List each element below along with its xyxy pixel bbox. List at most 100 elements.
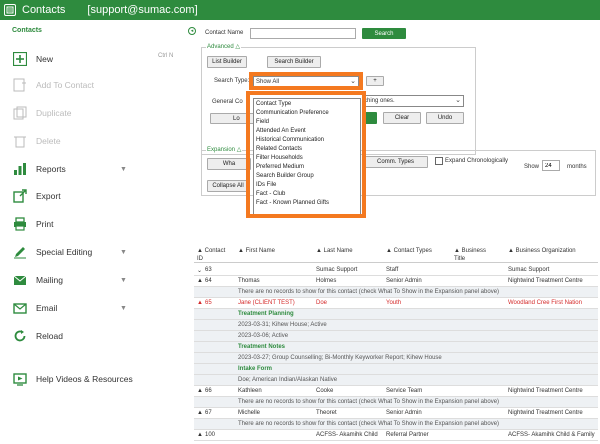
collapse-row-icon[interactable]: ▲ — [197, 432, 203, 438]
sidebar-item-reload[interactable]: Reload — [12, 327, 63, 345]
search-type-label: Search Type: — [214, 78, 250, 84]
table-row-note: There are no records to show for this co… — [194, 397, 598, 408]
cell-contact-id: 64 — [205, 278, 212, 284]
table-row[interactable]: ⌄ 63 Sumac Support Staff Sumac Support — [194, 265, 598, 276]
cell-note: There are no records to show for this co… — [238, 399, 500, 405]
search-builder-button[interactable]: Search Builder — [267, 56, 321, 68]
contacts-app-icon — [4, 4, 16, 16]
sidebar-item-label: Duplicate — [36, 108, 72, 118]
table-row-note: There are no records to show for this co… — [194, 287, 598, 298]
sidebar-item-email[interactable]: Email ▼ — [12, 299, 127, 317]
cell-contact-id: 63 — [205, 267, 212, 273]
printer-icon — [12, 216, 28, 232]
cell-business-org: ACFSS- Akamihk Child & Family — [508, 432, 595, 438]
general-select[interactable]: ching ones. ⌄ — [362, 95, 464, 107]
advanced-legend[interactable]: Advanced △ — [206, 43, 241, 50]
collapse-row-icon[interactable]: ▲ — [197, 300, 203, 306]
cell-first-name: Jane (CLIENT TEST) — [238, 300, 295, 306]
cell-contact-id: 65 — [205, 300, 212, 306]
video-icon — [12, 371, 28, 387]
sidebar-item-duplicate[interactable]: Duplicate — [12, 104, 71, 122]
cell-first-name: Thomas — [238, 278, 260, 284]
plus-box-icon — [12, 51, 28, 67]
sidebar-item-label: Export — [36, 191, 61, 201]
section-heading: Treatment Notes — [238, 344, 286, 350]
column-header-last-name[interactable]: ▲ Last Name — [316, 247, 353, 255]
table-row[interactable]: ▲ 67 Michelle Theoret Senior Admin Night… — [194, 408, 598, 419]
cell-contact-types: Service Team — [386, 388, 423, 394]
trash-icon — [12, 133, 28, 149]
column-header-contact-id[interactable]: ▲ Contact ID — [197, 247, 231, 263]
cell-note: 2023-03-27; Group Counselling; Bi-Monthl… — [238, 355, 442, 361]
section-heading: Treatment Planning — [238, 311, 294, 317]
expand-chrono-label: Expand Chronologically — [445, 158, 509, 164]
bar-chart-icon — [12, 161, 28, 177]
contact-name-input[interactable] — [250, 28, 356, 39]
column-header-business-title[interactable]: ▲ Business Title — [454, 247, 494, 263]
general-select-value: ching ones. — [364, 98, 395, 104]
collapse-row-icon[interactable]: ▲ — [197, 410, 203, 416]
main-panel: ◂ Contact Name Search Advanced △ List Bu… — [186, 20, 600, 444]
comm-types-button[interactable]: Comm. Types — [363, 156, 428, 168]
cell-business-org: Sumac Support — [508, 267, 550, 273]
highlight-box-dropdown — [246, 91, 366, 218]
list-builder-button[interactable]: List Builder — [207, 56, 247, 68]
expand-chrono-checkbox[interactable] — [435, 157, 443, 165]
cell-first-name: Michelle — [238, 410, 261, 416]
sidebar-item-delete[interactable]: Delete — [12, 132, 61, 150]
reload-icon — [12, 328, 28, 344]
chevron-down-icon: ▼ — [120, 248, 127, 256]
sidebar-item-mailing[interactable]: Mailing ▼ — [12, 271, 127, 289]
add-contact-icon — [12, 77, 28, 93]
mail-icon — [12, 272, 28, 288]
pencil-icon — [12, 244, 28, 260]
cell-last-name: Cooke — [316, 388, 334, 394]
column-header-first-name[interactable]: ▲ First Name — [238, 247, 275, 255]
collapse-row-icon[interactable]: ▲ — [197, 278, 203, 284]
sidebar-item-special-editing[interactable]: Special Editing ▼ — [12, 243, 127, 261]
sidebar-item-new[interactable]: New — [12, 50, 53, 68]
cell-last-name: Holmes — [316, 278, 337, 284]
collapse-toggle-icon[interactable]: ◂ — [188, 27, 196, 35]
table-row-section: Treatment Notes — [194, 342, 598, 353]
table-row[interactable]: ▲ 65 Jane (CLIENT TEST) Doe Youth Woodla… — [194, 298, 598, 309]
export-icon — [12, 188, 28, 204]
sidebar-item-help-videos[interactable]: Help Videos & Resources — [12, 370, 133, 388]
what-to-show-button[interactable]: Wha — [207, 158, 251, 170]
cell-note: There are no records to show for this co… — [238, 421, 500, 427]
undo-button[interactable]: Undo — [426, 112, 464, 124]
table-row-note: There are no records to show for this co… — [194, 419, 598, 430]
cell-business-org: Nightwind Treatment Centre — [508, 388, 583, 394]
sidebar-item-label: Reload — [36, 331, 63, 341]
account-label: [support@sumac.com] — [87, 4, 198, 16]
column-header-business-org[interactable]: ▲ Business Organization — [508, 247, 576, 255]
sidebar-item-add-to-contact[interactable]: Add To Contact — [12, 76, 94, 94]
expansion-legend[interactable]: Expansion △ — [206, 146, 243, 153]
show-months-input[interactable] — [542, 160, 560, 171]
title-bar: Contacts [support@sumac.com] — [0, 0, 600, 20]
table-row[interactable]: ▲ 66 Kathleen Cooke Service Team Nightwi… — [194, 386, 598, 397]
cell-contact-id: 100 — [205, 432, 216, 438]
table-row-note: 2023-03-31; Kihew House; Active — [194, 320, 598, 331]
sidebar-item-label: Add To Contact — [36, 80, 94, 90]
column-header-contact-types[interactable]: ▲ Contact Types — [386, 247, 432, 255]
cell-last-name: Sumac Support — [316, 267, 358, 273]
sidebar-item-export[interactable]: Export — [12, 187, 61, 205]
sidebar-item-reports[interactable]: Reports ▼ — [12, 160, 127, 178]
expand-row-icon[interactable]: ⌄ — [197, 267, 202, 274]
collapse-all-button[interactable]: Collapse All — [207, 180, 249, 192]
cell-contact-types: Senior Admin — [386, 410, 422, 416]
collapse-row-icon[interactable]: ▲ — [197, 388, 203, 394]
clear-button[interactable]: Clear — [383, 112, 421, 124]
table-row-note: 2023-03-27; Group Counselling; Bi-Monthl… — [194, 353, 598, 364]
table-row[interactable]: ▲ 64 Thomas Holmes Senior Admin Nightwin… — [194, 276, 598, 287]
email-icon — [12, 300, 28, 316]
table-row-section: Intake Form — [194, 364, 598, 375]
search-button[interactable]: Search — [362, 28, 406, 39]
contact-name-label: Contact Name — [205, 30, 244, 36]
add-criteria-button[interactable]: + — [366, 76, 384, 86]
window-title: Contacts — [22, 4, 66, 16]
sidebar-item-label: Mailing — [36, 275, 63, 285]
table-row[interactable]: ▲ 100 ACFSS- Akamihk Child Referral Part… — [194, 430, 598, 441]
sidebar-item-print[interactable]: Print — [12, 215, 53, 233]
